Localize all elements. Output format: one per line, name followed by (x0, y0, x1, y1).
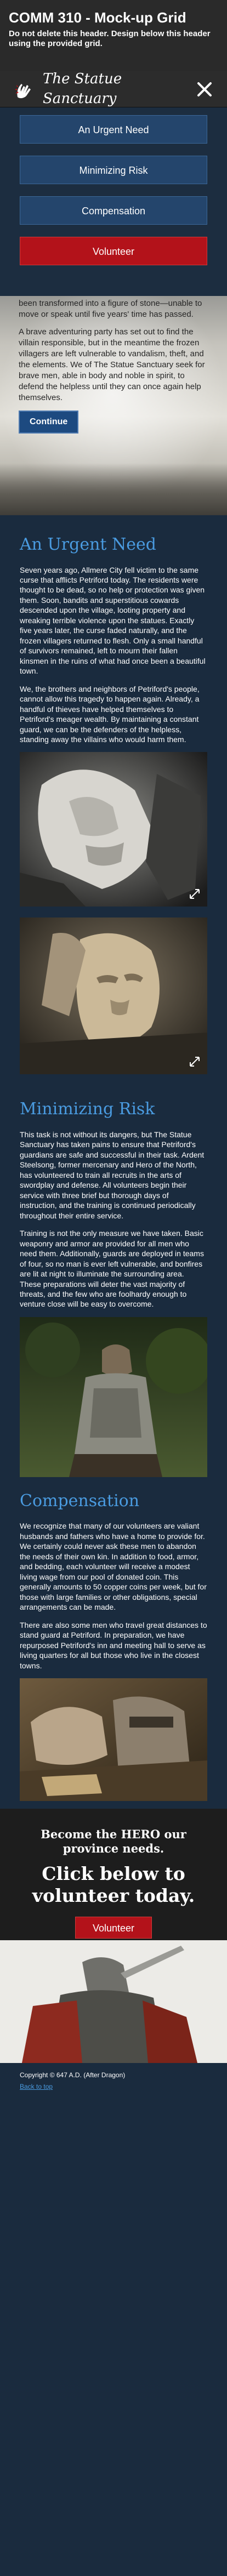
course-banner-note: Do not delete this header. Design below … (9, 29, 211, 49)
close-icon[interactable] (195, 80, 214, 99)
site-title[interactable]: The Statue Sanctuary (43, 70, 195, 108)
minimizing-risk-paragraph: Training is not the only measure we have… (20, 1229, 204, 1309)
nav-urgent-need-button[interactable]: An Urgent Need (20, 115, 207, 144)
hero-text: been transformed into a figure of stone—… (19, 298, 208, 434)
urgent-need-paragraph: Seven years ago, Allmere City fell victi… (20, 565, 206, 676)
compensation-paragraph: There are also some men who travel great… (20, 1620, 207, 1670)
compensation-section: Compensation We recognize that many of o… (0, 1488, 227, 1801)
hero-statue-base (0, 463, 227, 515)
course-banner-title: COMM 310 - Mock-up Grid (9, 9, 186, 26)
armored-knight-photo[interactable] (20, 1317, 207, 1477)
hero-paragraph: A brave adventuring party has set out to… (19, 327, 205, 402)
page-footer: Copyright © 647 A.D. (After Dragon) Back… (0, 2063, 227, 2094)
copyright-text: Copyright © 647 A.D. (After Dragon) (20, 2071, 126, 2079)
compensation-heading: Compensation (20, 1491, 140, 1511)
urgent-need-section: An Urgent Need Seven years ago, Allmere … (0, 515, 227, 1075)
course-banner: COMM 310 - Mock-up Grid Do not delete th… (0, 0, 227, 71)
back-to-top-link[interactable]: Back to top (20, 2083, 53, 2090)
cta-line-1: Become the HERO our province needs. (41, 1827, 186, 1856)
nav-volunteer-button[interactable]: Volunteer (20, 237, 207, 265)
cta-line-2: Click below to volunteer today. (32, 1862, 195, 1906)
broken-statue-photo[interactable] (20, 752, 207, 907)
expand-arrows-icon[interactable] (189, 1056, 201, 1068)
helmet-and-gear-photo[interactable] (20, 1678, 207, 1801)
urgent-need-paragraph: We, the brothers and neighbors of Petrif… (20, 684, 200, 744)
nav-menu: An Urgent Need Minimizing Risk Compensat… (0, 107, 227, 296)
minimizing-risk-heading: Minimizing Risk (20, 1099, 155, 1119)
nav-compensation-button[interactable]: Compensation (20, 196, 207, 225)
volunteer-cta: Become the HERO our province needs. Clic… (0, 1809, 227, 1940)
compensation-paragraph: We recognize that many of our volunteers… (20, 1521, 207, 1612)
hero-paragraph: been transformed into a figure of stone—… (19, 299, 202, 319)
nav-minimizing-risk-button[interactable]: Minimizing Risk (20, 156, 207, 184)
hero-section: been transformed into a figure of stone—… (0, 296, 227, 515)
knight-footer-image (0, 1940, 227, 2063)
expand-arrows-icon[interactable] (189, 888, 201, 900)
minimizing-risk-section: Minimizing Risk This task is not without… (0, 1085, 227, 1477)
continue-button[interactable]: Continue (19, 411, 79, 434)
site-header: The Statue Sanctuary (0, 71, 227, 107)
volunteer-button[interactable]: Volunteer (75, 1917, 152, 1939)
urgent-need-heading: An Urgent Need (20, 535, 156, 554)
hand-wave-icon[interactable] (13, 78, 35, 100)
minimizing-risk-paragraph: This task is not without its dangers, bu… (20, 1130, 205, 1220)
weathered-statue-photo[interactable] (20, 917, 207, 1075)
